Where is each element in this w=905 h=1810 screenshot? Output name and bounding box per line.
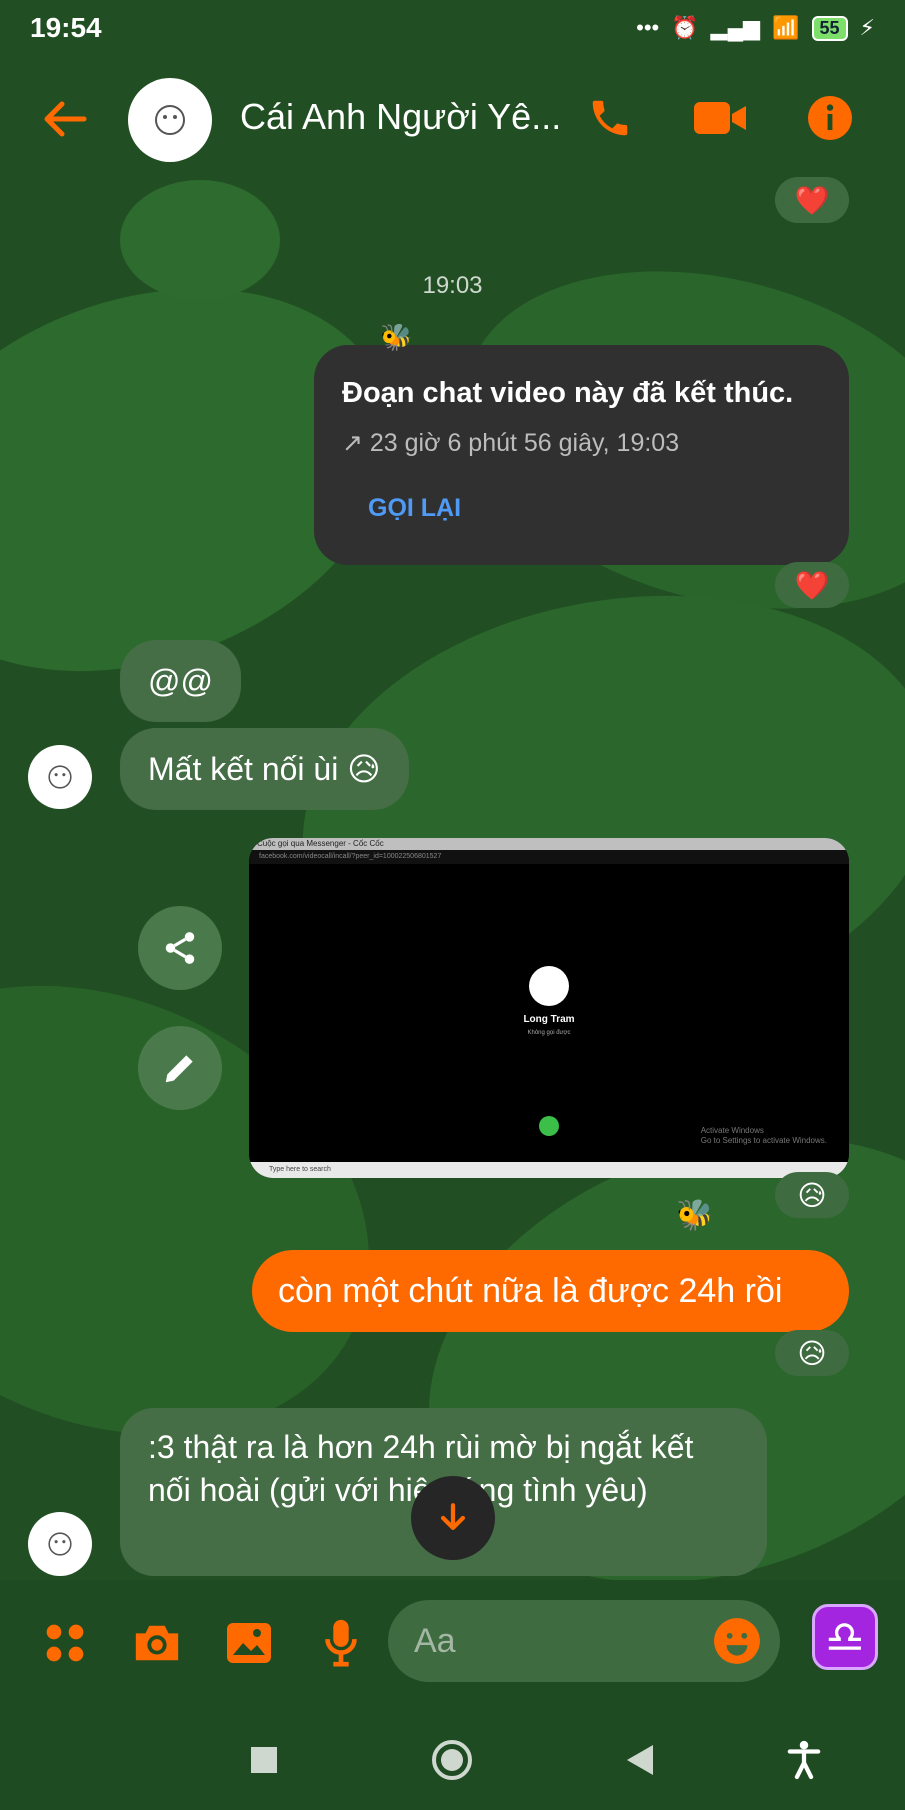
- activate-windows-notice: Activate Windows Go to Settings to activ…: [700, 1126, 827, 1145]
- microphone-icon[interactable]: [316, 1618, 366, 1668]
- camera-toggle-icon: [539, 1116, 559, 1136]
- caller-avatar: [529, 966, 569, 1006]
- back-arrow-icon[interactable]: [40, 94, 90, 144]
- bee-decoration: 🐝: [380, 322, 413, 352]
- camera-icon[interactable]: [132, 1618, 182, 1668]
- caller-status: Không gọi được: [527, 1030, 571, 1036]
- heart-reaction[interactable]: ❤️: [775, 562, 849, 608]
- wifi-icon: 📶: [772, 15, 800, 40]
- window-title: Cuộc gọi qua Messenger - Cốc Cốc: [249, 838, 849, 850]
- status-bar: 19:54 ••• ⏰ ▂▄▆ 📶 55 ⚡: [0, 0, 905, 56]
- share-icon: [165, 932, 195, 964]
- composer-bar: Aa ♎: [0, 1580, 905, 1710]
- image-message[interactable]: Cuộc gọi qua Messenger - Cốc Cốc faceboo…: [249, 838, 849, 1178]
- call-ended-title: Đoạn chat video này đã kết thúc.: [342, 377, 794, 409]
- phone-icon[interactable]: [582, 90, 638, 146]
- cry-reaction[interactable]: 😥: [775, 1172, 849, 1218]
- taskbar: Type here to search: [249, 1162, 849, 1178]
- message-input[interactable]: Aa: [388, 1600, 780, 1682]
- contact-name[interactable]: Cái Anh Người Yê...: [240, 96, 561, 138]
- apps-menu-icon[interactable]: [40, 1618, 90, 1668]
- accessibility-icon[interactable]: [782, 1738, 826, 1782]
- quick-reaction-button[interactable]: ♎: [812, 1604, 878, 1670]
- home-icon[interactable]: [430, 1738, 474, 1782]
- video-call-icon[interactable]: [692, 90, 748, 146]
- call-duration: ↗ 23 giờ 6 phút 56 giây, 19:03: [342, 429, 680, 457]
- incoming-message[interactable]: Mất kết nối ùi 😥: [120, 728, 409, 810]
- status-time: 19:54: [30, 12, 102, 43]
- gallery-icon[interactable]: [224, 1618, 274, 1668]
- pencil-icon: [165, 1055, 193, 1083]
- scroll-to-bottom-button[interactable]: [411, 1476, 495, 1560]
- message-placeholder: Aa: [414, 1621, 456, 1660]
- arrow-down-icon: [440, 1503, 466, 1531]
- signal-icon: ▂▄▆: [710, 15, 761, 40]
- sender-avatar[interactable]: [28, 1512, 92, 1576]
- incoming-message[interactable]: @@: [120, 640, 241, 722]
- battery-icon: 55: [811, 15, 848, 41]
- message-timestamp: 19:03: [422, 272, 483, 299]
- heart-reaction[interactable]: ❤️: [775, 177, 849, 223]
- outgoing-message[interactable]: còn một chút nữa là được 24h rồi: [252, 1250, 849, 1332]
- recents-icon[interactable]: [242, 1738, 286, 1782]
- cry-reaction[interactable]: 😥: [775, 1330, 849, 1376]
- edit-button[interactable]: [138, 1026, 222, 1110]
- alarm-icon: ⏰: [671, 15, 699, 40]
- emoji-icon[interactable]: [712, 1616, 762, 1666]
- conversation-header: Cái Anh Người Yê...: [0, 64, 905, 174]
- notification-dots-icon: •••: [636, 15, 660, 40]
- sender-avatar[interactable]: [28, 745, 92, 809]
- info-icon[interactable]: [802, 90, 858, 146]
- back-nav-icon[interactable]: [618, 1738, 662, 1782]
- share-button[interactable]: [138, 906, 222, 990]
- url-text: facebook.com/videocall/incall/?peer_id=1…: [249, 850, 849, 864]
- call-back-button[interactable]: GỌI LẠI: [368, 494, 821, 523]
- bee-decoration: 🐝: [676, 1199, 714, 1232]
- contact-avatar[interactable]: [128, 78, 212, 162]
- caller-name: Long Tram: [523, 1014, 575, 1025]
- system-nav-bar: [0, 1710, 905, 1810]
- charging-icon: ⚡: [859, 15, 875, 40]
- video-call-ended-card: Đoạn chat video này đã kết thúc. ↗ 23 gi…: [314, 345, 849, 565]
